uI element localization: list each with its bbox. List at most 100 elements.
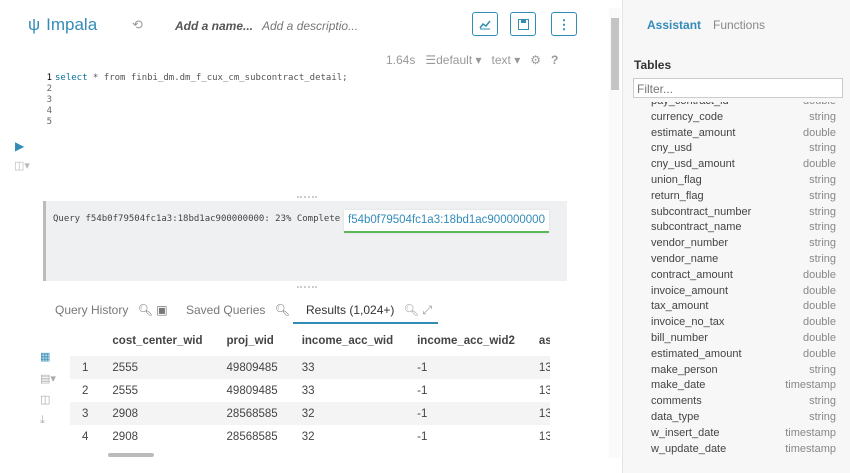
results-grid: cost_center_wid proj_wid income_acc_wid … (70, 326, 550, 456)
table-row[interactable]: 2 2555 49809485 33 -1 13 (70, 379, 550, 402)
search-icon[interactable]: 🔍︎ (404, 303, 419, 317)
column-header[interactable] (70, 326, 100, 356)
table-cell: 49809485 (214, 356, 290, 379)
more-button[interactable]: ⋮ (551, 12, 577, 36)
tab-functions[interactable]: Functions (713, 18, 765, 32)
line-number: 2 (46, 84, 52, 94)
resize-handle[interactable] (297, 286, 317, 290)
scrollbar-thumb[interactable] (611, 18, 619, 90)
sql-keyword: select (55, 73, 88, 83)
table-cell: 28568585 (226, 430, 278, 443)
chart-button[interactable] (472, 12, 498, 36)
row-number: 2 (82, 384, 89, 397)
expand-icon[interactable]: ⤢ (422, 303, 432, 317)
table-cell: -1 (405, 402, 527, 425)
code-editor[interactable]: select * from finbi_dm.dm_f_cux_cm_subco… (55, 73, 348, 84)
tables-heading: Tables (634, 58, 672, 72)
list-item[interactable]: currency_code string (651, 110, 836, 126)
tab-results[interactable]: Results (1,024+) 🔍︎ ⤢ (306, 303, 432, 318)
database-selector[interactable]: ☰default ▾ (425, 53, 481, 67)
grid-header-row: cost_center_wid proj_wid income_acc_wid … (70, 326, 550, 356)
table-cell: 2908 (112, 430, 138, 443)
execution-time: 1.64s (386, 53, 416, 67)
table-cell: 32 (289, 402, 406, 425)
table-cell: 13 (538, 430, 550, 443)
list-item[interactable]: comments string (651, 394, 836, 410)
list-item[interactable]: contract_amount double (651, 268, 836, 284)
list-item[interactable]: pay_contract_iddouble (651, 102, 836, 110)
snippet-menu-icon[interactable]: ◫▾ (14, 159, 30, 172)
list-item[interactable]: subcontract_name string (651, 220, 836, 236)
search-icon[interactable]: 🔍︎ (138, 303, 153, 317)
impala-logo-icon: ψ (28, 15, 41, 34)
list-item[interactable]: subcontract_number string (651, 205, 836, 221)
filter-input[interactable] (633, 78, 843, 98)
active-tab-indicator (293, 322, 438, 324)
table-cell: 2555 (112, 384, 138, 397)
table-cell: 2555 (100, 356, 215, 379)
tab-saved-queries[interactable]: Saved Queries 🔍︎ (186, 303, 290, 317)
save-button[interactable] (510, 12, 536, 36)
line-number: 4 (46, 106, 52, 116)
download-icon[interactable]: ⤓ (40, 414, 45, 427)
table-cell: -1 (417, 430, 428, 443)
list-item[interactable]: cny_usd string (651, 141, 836, 157)
query-description-field[interactable]: Add a descriptio... (262, 19, 358, 33)
table-row[interactable]: 1 2555 49809485 33 -1 13 (70, 356, 550, 379)
tab-query-history[interactable]: Query History 🔍︎ ▣ (55, 303, 168, 317)
list-item[interactable]: bill_number double (651, 331, 836, 347)
columns-icon[interactable]: ◫ (40, 393, 50, 406)
app-title[interactable]: ψ Impala (28, 15, 97, 35)
list-item[interactable]: cny_usd_amount double (651, 157, 836, 173)
table-cell: 28568585 (214, 402, 290, 425)
line-number: 5 (46, 117, 52, 127)
column-list: pay_contract_iddouble currency_codestrin… (651, 102, 836, 457)
list-item[interactable]: union_flag string (651, 173, 836, 189)
horizontal-scrollbar[interactable] (108, 453, 154, 457)
list-item[interactable]: w_insert_date timestamp (651, 426, 836, 442)
calendar-icon[interactable]: ▣ (156, 303, 167, 317)
run-query-button[interactable]: ▶ (15, 139, 24, 153)
table-cell: 2908 (100, 402, 215, 425)
column-header[interactable]: income_acc_wid2 (405, 326, 527, 356)
help-icon[interactable]: ? (551, 53, 558, 67)
list-item[interactable]: tax_amount double (651, 299, 836, 315)
database-icon: ☰ (425, 53, 437, 67)
list-item[interactable]: return_flag string (651, 189, 836, 205)
table-cell: -1 (417, 384, 428, 397)
list-item[interactable]: data_type string (651, 410, 836, 426)
list-item[interactable]: estimate_amount double (651, 126, 836, 142)
list-item[interactable]: vendor_name string (651, 252, 836, 268)
tab-assistant[interactable]: Assistant (647, 18, 701, 32)
table-cell: 49809485 (226, 384, 278, 397)
chart-view-icon[interactable]: ▤▾ (40, 372, 56, 385)
resize-handle[interactable] (297, 196, 317, 200)
column-header[interactable]: proj_wid (215, 326, 290, 356)
search-icon[interactable]: 🔍︎ (275, 303, 290, 317)
column-header[interactable]: assess1_cen (527, 326, 550, 356)
column-header[interactable]: cost_center_wid (100, 326, 214, 356)
more-vertical-icon: ⋮ (557, 17, 571, 32)
line-gutter: 1 2 3 4 5 (38, 73, 52, 128)
list-item[interactable]: invoice_amount double (651, 284, 836, 300)
list-item[interactable]: make_person string (651, 363, 836, 379)
list-item[interactable]: w_update_date timestamp (651, 442, 836, 457)
list-item[interactable]: vendor_number string (651, 236, 836, 252)
history-icon[interactable]: ⟲ (132, 17, 143, 33)
query-name-field[interactable]: Add a name... (175, 19, 253, 33)
list-item[interactable]: estimated_amount double (651, 347, 836, 363)
column-header[interactable]: income_acc_wid (290, 326, 405, 356)
format-selector[interactable]: text ▾ (492, 53, 521, 67)
table-cell: 33 (301, 384, 315, 397)
list-item[interactable]: make_date timestamp (651, 378, 836, 394)
table-cell: 33 (289, 356, 406, 379)
chart-icon (479, 20, 491, 30)
table-cell: -1 (405, 356, 527, 379)
settings-icon[interactable]: ⚙ (530, 53, 541, 67)
list-item[interactable]: invoice_no_tax double (651, 315, 836, 331)
line-number: 3 (46, 95, 52, 105)
table-row[interactable]: 3 2908 28568585 32 -1 13 (70, 402, 550, 425)
table-row[interactable]: 4 2908 28568585 32 -1 13 (70, 425, 550, 448)
grid-view-icon[interactable]: ▦ (40, 350, 50, 363)
row-number: 4 (82, 430, 89, 443)
